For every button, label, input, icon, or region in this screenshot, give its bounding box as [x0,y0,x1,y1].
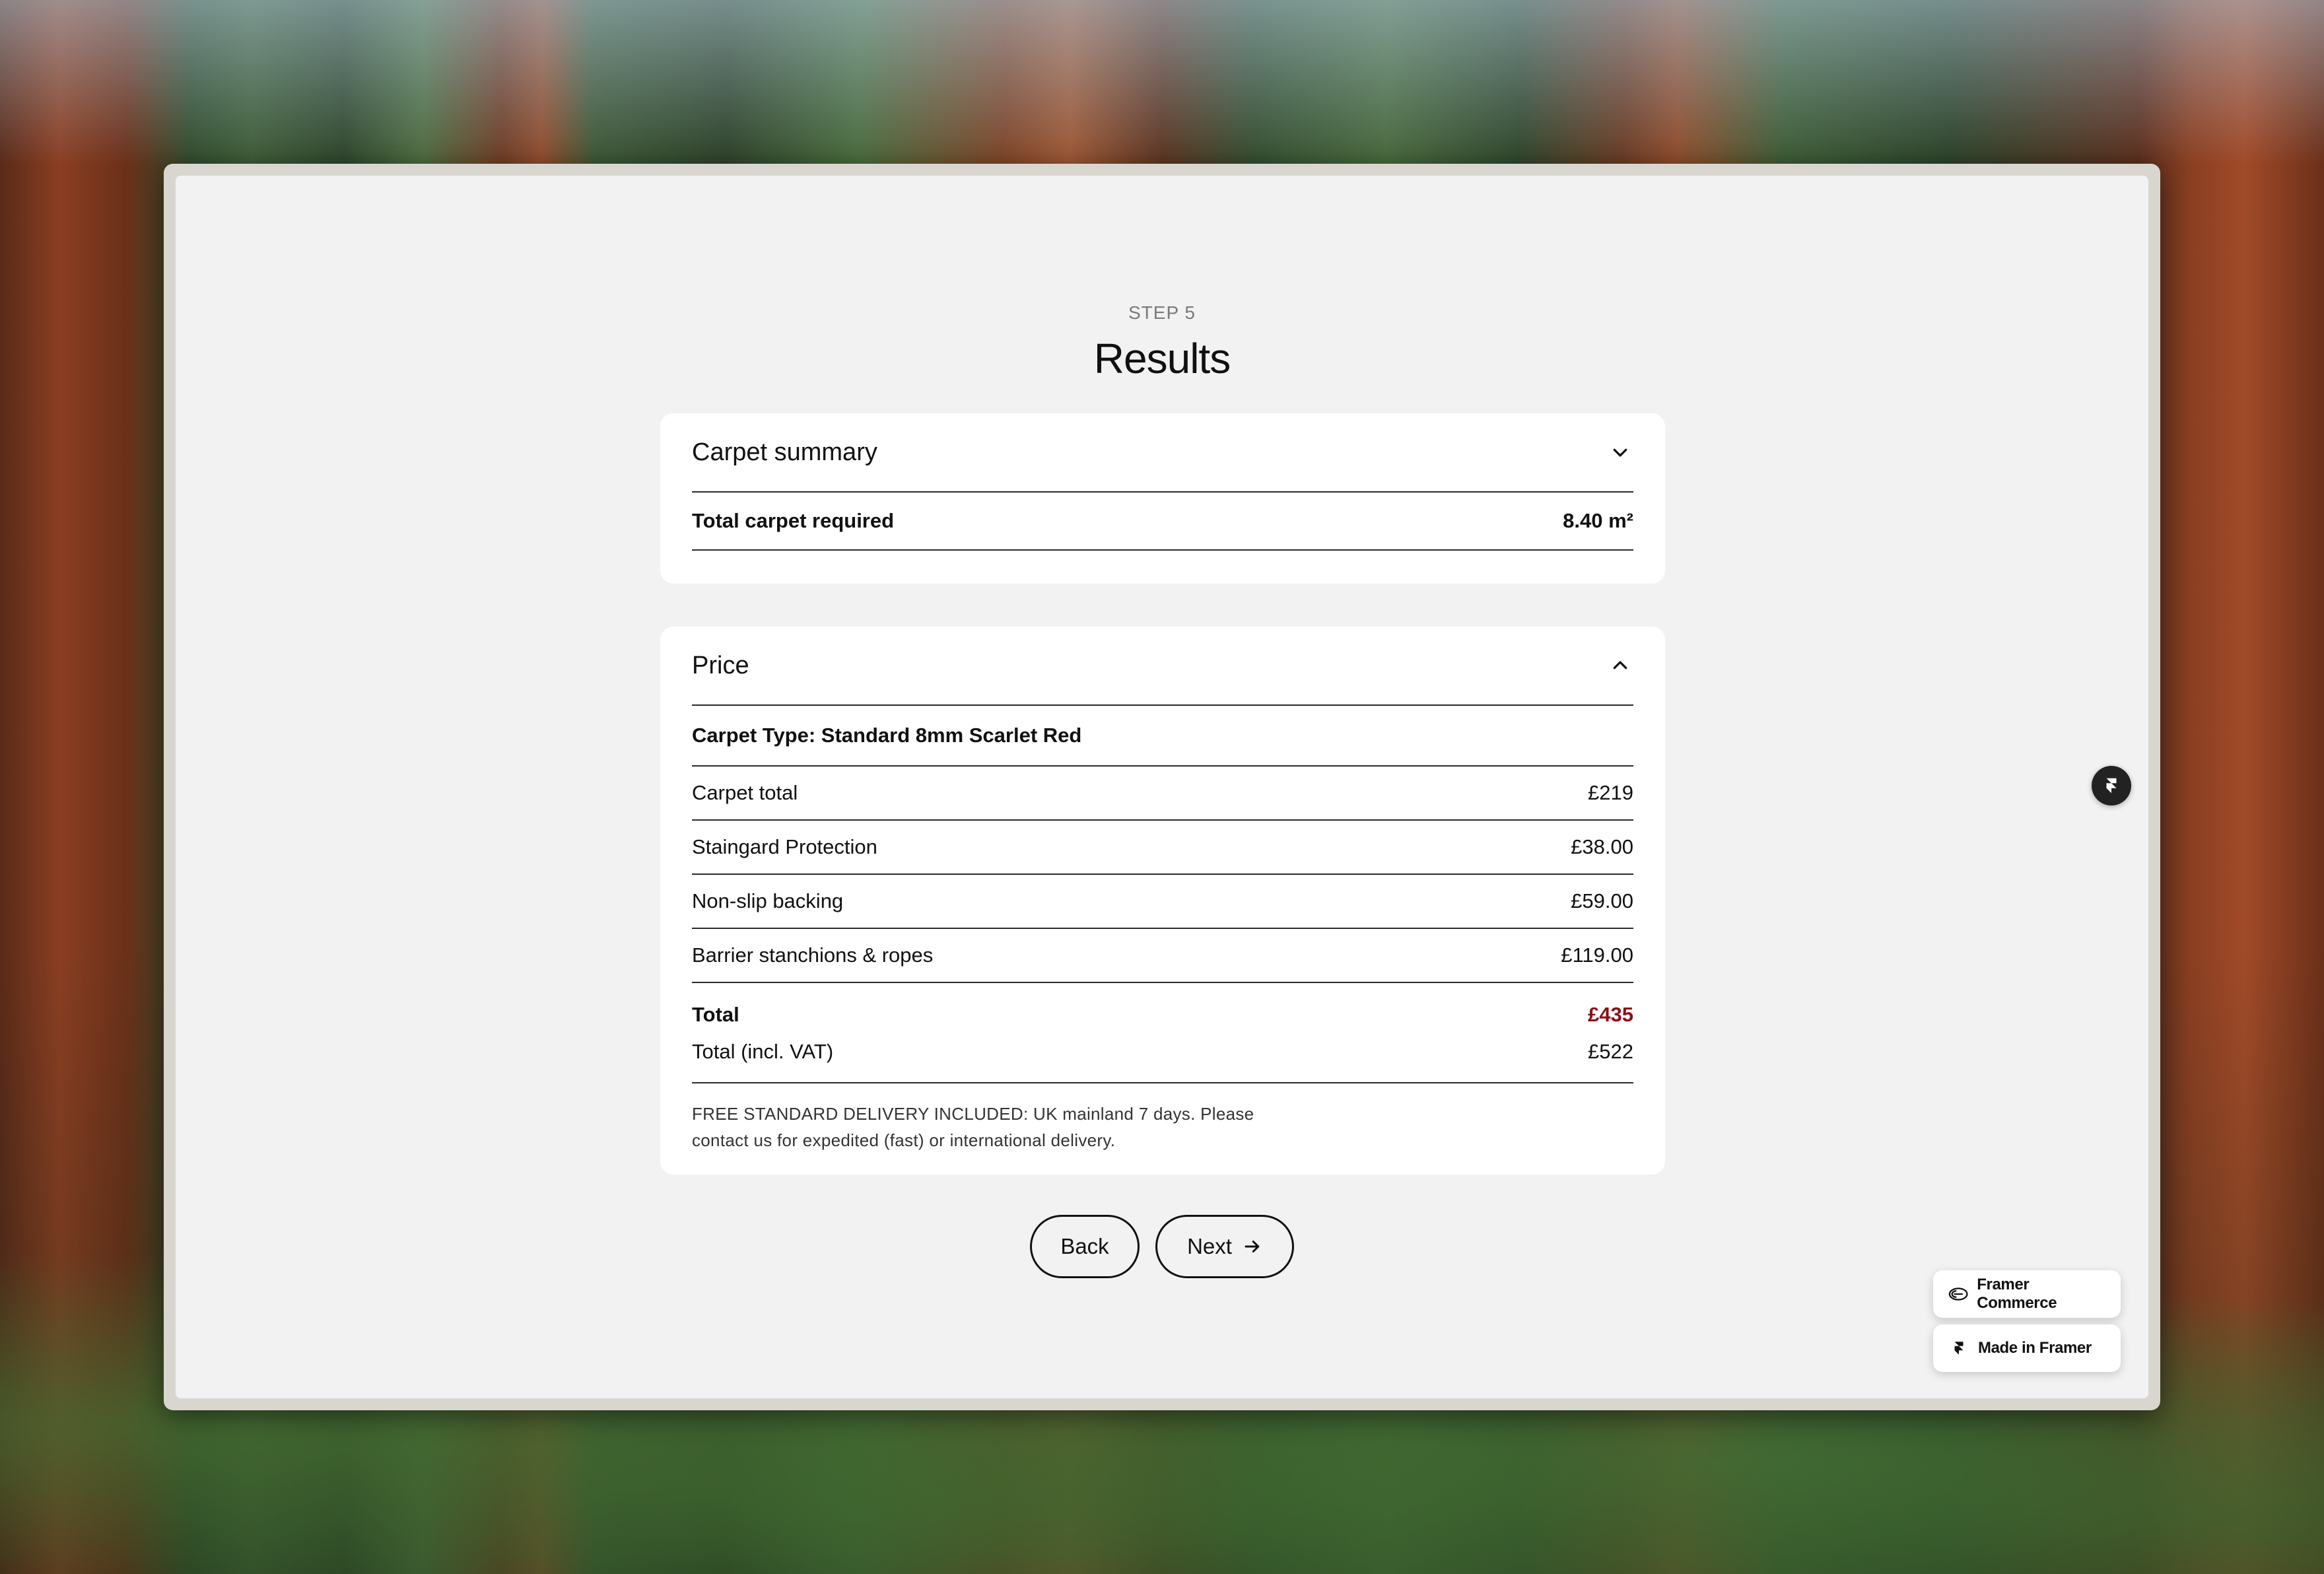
price-row-value: £119.00 [1561,943,1633,967]
next-button[interactable]: Next [1155,1215,1294,1278]
step-actions: Back Next [176,1215,2148,1278]
framer-logo-icon [1954,1342,1964,1355]
carpet-summary-title: Carpet summary [692,438,877,466]
page-header: STEP 5 Results [176,302,2148,383]
delivery-note: FREE STANDARD DELIVERY INCLUDED: UK main… [692,1104,1254,1150]
total-vat-label: Total (incl. VAT) [692,1040,834,1063]
arrow-right-icon [1245,1241,1260,1252]
price-row-value: £219 [1588,781,1633,804]
total-value: £435 [1588,1003,1633,1026]
chevron-up-icon[interactable] [1607,652,1633,679]
framer-commerce-badge[interactable]: Framer Commerce [1933,1270,2121,1318]
content-panel: STEP 5 Results Carpet summary Total carp… [176,176,2148,1398]
total-carpet-row: Total carpet required 8.40 m² [692,493,1633,551]
framer-logo-icon [2106,778,2117,794]
next-button-label: Next [1187,1234,1232,1258]
carpet-summary-header[interactable]: Carpet summary [692,413,1633,493]
framer-commerce-icon [1948,1287,1968,1301]
step-label: STEP 5 [1128,302,1196,323]
price-row-value: £59.00 [1571,889,1633,912]
made-in-framer-badge[interactable]: Made in Framer [1933,1324,2121,1372]
framer-floating-button[interactable] [2092,766,2131,805]
total-vat-value: £522 [1588,1040,1633,1063]
background-sky [0,0,2324,165]
total-row: Total £435 [692,996,1633,1033]
framer-commerce-label: Framer Commerce [1977,1276,2057,1312]
carpet-summary-card: Carpet summary Total carpet required 8.4… [660,413,1665,584]
carpet-type-row: Carpet Type: Standard 8mm Scarlet Red [692,706,1633,767]
price-header[interactable]: Price [692,627,1633,706]
total-vat-row: Total (incl. VAT) £522 [692,1033,1633,1070]
price-row-value: £38.00 [1571,835,1633,858]
back-button[interactable]: Back [1030,1215,1140,1278]
page-title: Results [1093,335,1231,382]
price-row-non-slip: Non-slip backing £59.00 [692,875,1633,929]
price-title: Price [692,651,749,679]
price-row-staingard: Staingard Protection £38.00 [692,821,1633,875]
made-in-framer-label: Made in Framer [1978,1339,2092,1357]
price-card: Price Carpet Type: Standard 8mm Scarlet … [660,627,1665,1175]
window-frame: STEP 5 Results Carpet summary Total carp… [164,164,2160,1410]
total-carpet-label: Total carpet required [692,509,895,532]
price-row-label: Staingard Protection [692,835,877,858]
total-label: Total [692,1003,739,1026]
totals-block: Total £435 Total (incl. VAT) £522 [692,983,1633,1083]
price-row-barrier: Barrier stanchions & ropes £119.00 [692,929,1633,983]
back-button-label: Back [1060,1234,1109,1258]
price-row-label: Carpet total [692,781,798,804]
total-carpet-value: 8.40 m² [1563,509,1633,532]
chevron-down-icon[interactable] [1607,439,1633,465]
price-row-label: Non-slip backing [692,889,844,912]
price-row-carpet-total: Carpet total £219 [692,767,1633,821]
carpet-type-label: Carpet Type: Standard 8mm Scarlet Red [692,724,1082,747]
price-row-label: Barrier stanchions & ropes [692,943,934,967]
